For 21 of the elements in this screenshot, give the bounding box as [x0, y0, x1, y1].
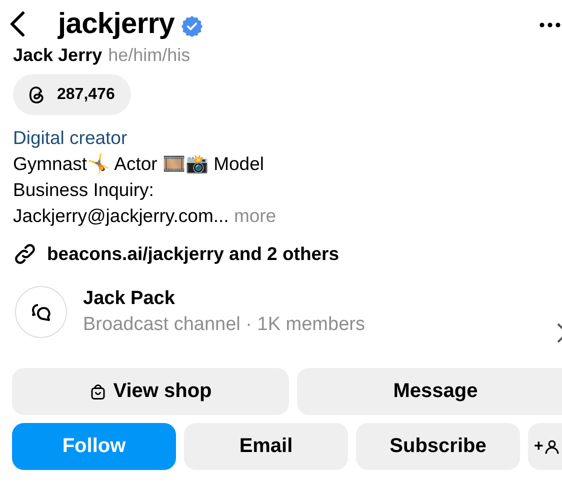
- username-title: jackjerry: [58, 8, 175, 40]
- category-label: Digital creator: [13, 126, 128, 150]
- person-icon: [543, 438, 562, 456]
- profile-name: Jack Jerry: [13, 44, 102, 66]
- view-shop-button[interactable]: View shop: [12, 368, 289, 415]
- action-button[interactable]: Message: [297, 368, 562, 415]
- channel-name[interactable]: Jack Pack: [83, 288, 365, 310]
- link-icon: [13, 242, 37, 266]
- action-button[interactable]: Subscribe: [356, 423, 520, 470]
- profile-link[interactable]: beacons.ai/jackjerry and 2 others: [47, 243, 340, 265]
- bio-text: Gymnast🤸 Actor 🎞📸 Model: [13, 152, 264, 176]
- action-button[interactable]: Email: [184, 423, 348, 470]
- add-person-button[interactable]: +: [528, 423, 562, 470]
- more-options-icon[interactable]: [538, 21, 562, 29]
- channel-subtitle: Broadcast channel · 1K members: [83, 314, 365, 336]
- threads-badge[interactable]: 287,476: [13, 74, 131, 115]
- shopping-bag-icon: [89, 382, 108, 400]
- bio-text: Business Inquiry:: [13, 178, 154, 202]
- channel-avatar[interactable]: [15, 286, 67, 338]
- bio-text: Jackjerry@jackjerry.com... more: [13, 204, 276, 228]
- pronouns: he/him/his: [108, 44, 190, 66]
